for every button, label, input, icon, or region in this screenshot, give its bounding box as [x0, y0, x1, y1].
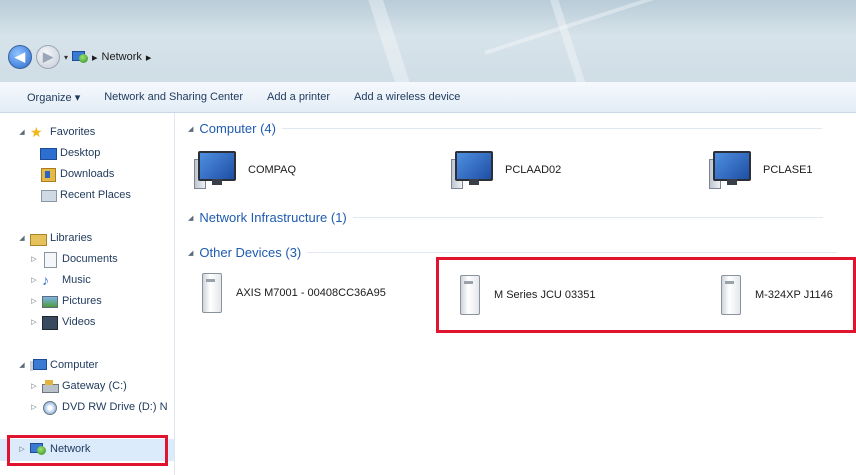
- expand-icon[interactable]: ▷: [30, 403, 38, 411]
- downloads-icon: [40, 167, 56, 182]
- nav-item-label: Downloads: [60, 168, 115, 180]
- expand-icon[interactable]: ▷: [30, 382, 38, 390]
- breadcrumb-network[interactable]: Network: [102, 51, 142, 63]
- breadcrumb-separator: ▸: [145, 51, 152, 64]
- computer-icon: [709, 151, 751, 189]
- breadcrumb-separator: ▸: [92, 51, 98, 64]
- nav-item-pictures[interactable]: ▷ Pictures: [30, 294, 102, 308]
- device-pclaad02[interactable]: PCLAAD02: [451, 151, 561, 189]
- nav-item-label: Music: [62, 274, 91, 286]
- expand-icon[interactable]: ▷: [30, 318, 38, 326]
- nav-item-desktop[interactable]: Desktop: [40, 146, 100, 160]
- organize-button[interactable]: Organize ▾: [0, 91, 92, 104]
- hard-drive-icon: [42, 379, 59, 393]
- nav-item-videos[interactable]: ▷ Videos: [30, 315, 96, 330]
- group-divider: [352, 217, 823, 218]
- glass-streak: [484, 0, 676, 55]
- group-other-label: Other Devices (3): [199, 245, 302, 260]
- recent-pages-dropdown[interactable]: ▾: [64, 53, 68, 62]
- device-label: AXIS M7001 - 00408CC36A95: [236, 287, 386, 299]
- group-infrastructure-label: Network Infrastructure (1): [199, 210, 347, 225]
- music-icon: ♪: [42, 272, 49, 288]
- nav-item-label: Recent Places: [60, 189, 131, 201]
- nav-item-music[interactable]: ▷ ♪ Music: [30, 272, 91, 288]
- nav-item-label: DVD RW Drive (D:) N: [62, 401, 168, 413]
- nav-libraries[interactable]: ◢ Libraries: [18, 231, 93, 246]
- network-icon: [72, 51, 89, 63]
- nav-item-gateway-drive[interactable]: ▷ Gateway (C:): [30, 379, 127, 393]
- window-titlebar: ◀ ▶ ▾ ▸ Network ▸: [0, 0, 856, 82]
- nav-favorites-label: Favorites: [50, 126, 96, 138]
- group-infrastructure-header[interactable]: ◢ Network Infrastructure (1): [188, 210, 823, 225]
- device-pclase1[interactable]: PCLASE1: [709, 151, 813, 189]
- device-compaq[interactable]: COMPAQ: [194, 151, 296, 189]
- command-bar: Organize ▾ Network and Sharing Center Ad…: [0, 82, 856, 113]
- breadcrumb[interactable]: ▸ Network ▸: [72, 51, 151, 64]
- computer-icon: [30, 358, 47, 372]
- pictures-icon: [42, 294, 58, 308]
- expand-icon[interactable]: ◢: [18, 128, 26, 136]
- glass-streak: [363, 0, 411, 82]
- forward-button[interactable]: ▶: [36, 45, 60, 69]
- address-row: ◀ ▶ ▾ ▸ Network ▸: [8, 44, 151, 70]
- device-icon: [200, 271, 224, 315]
- nav-item-recent-places[interactable]: Recent Places: [40, 188, 131, 202]
- collapse-icon[interactable]: ◢: [188, 249, 193, 257]
- nav-item-label: Videos: [62, 316, 96, 328]
- computer-icon: [194, 151, 236, 189]
- computer-icon: [451, 151, 493, 189]
- device-label: COMPAQ: [248, 164, 297, 176]
- nav-item-documents[interactable]: ▷ Documents: [30, 252, 118, 268]
- nav-item-label: Pictures: [62, 295, 102, 307]
- libraries-icon: [30, 231, 47, 246]
- desktop-icon: [40, 146, 57, 160]
- network-sharing-center-button[interactable]: Network and Sharing Center: [92, 91, 255, 103]
- device-label: PCLAAD02: [505, 164, 562, 176]
- nav-item-dvd-drive[interactable]: ▷ DVD RW Drive (D:) N: [30, 400, 168, 415]
- nav-computer-label: Computer: [50, 359, 99, 371]
- documents-icon: [42, 252, 58, 268]
- group-divider: [307, 252, 838, 253]
- nav-libraries-label: Libraries: [50, 232, 93, 244]
- group-computer-header[interactable]: ◢ Computer (4): [188, 121, 822, 136]
- add-wireless-device-button[interactable]: Add a wireless device: [342, 91, 472, 103]
- group-divider: [281, 128, 822, 129]
- nav-computer[interactable]: ◢ Computer: [18, 358, 98, 372]
- nav-item-label: Desktop: [60, 147, 101, 159]
- expand-icon[interactable]: ◢: [18, 361, 26, 369]
- expand-icon[interactable]: ◢: [18, 234, 26, 242]
- back-button[interactable]: ◀: [8, 45, 32, 69]
- recent-places-icon: [40, 188, 57, 202]
- device-axis-m7001[interactable]: AXIS M7001 - 00408CC36A95: [200, 271, 386, 315]
- add-printer-button[interactable]: Add a printer: [255, 91, 342, 103]
- network-highlight-box: [7, 435, 168, 466]
- glass-streak: [541, 0, 587, 82]
- device-label: PCLASE1: [763, 164, 813, 176]
- expand-icon[interactable]: ▷: [30, 297, 38, 305]
- expand-icon[interactable]: ◢: [188, 214, 193, 222]
- nav-item-downloads[interactable]: Downloads: [40, 167, 115, 182]
- expand-icon[interactable]: ▷: [30, 255, 38, 263]
- videos-icon: [42, 315, 58, 330]
- content-pane: ◢ Computer (4) COMPAQ PCLAAD02 PCLASE1 ◢…: [176, 113, 856, 475]
- navigation-pane: ◢ ★ Favorites Desktop Downloads Recent P…: [0, 113, 175, 475]
- collapse-icon[interactable]: ◢: [188, 125, 193, 133]
- nav-item-label: Gateway (C:): [62, 380, 127, 392]
- dvd-drive-icon: [42, 400, 58, 415]
- nav-favorites[interactable]: ◢ ★ Favorites: [18, 125, 95, 139]
- star-icon: ★: [30, 124, 43, 140]
- nav-item-label: Documents: [62, 253, 118, 265]
- devices-highlight-box: [436, 257, 856, 333]
- expand-icon[interactable]: ▷: [30, 276, 38, 284]
- group-computer-label: Computer (4): [199, 121, 276, 136]
